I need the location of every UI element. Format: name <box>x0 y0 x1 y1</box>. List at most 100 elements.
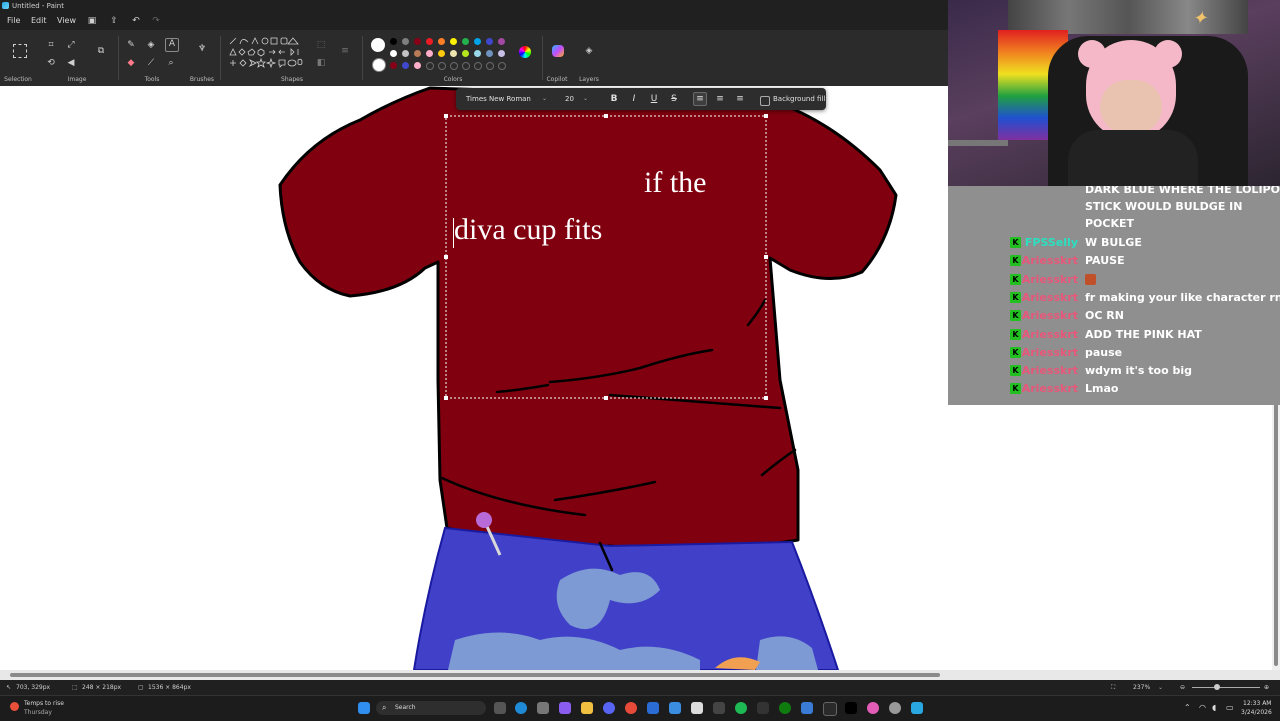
chat-username[interactable]: FPSSelly <box>1025 236 1078 249</box>
discord-icon[interactable] <box>603 702 615 714</box>
strikethrough-button[interactable]: S <box>667 92 681 106</box>
brush-icon[interactable]: ♆ <box>197 44 207 54</box>
clock-date[interactable]: 3/24/2026 <box>1241 709 1272 716</box>
outline-icon[interactable]: ⬚ <box>316 40 326 50</box>
pencil-icon[interactable]: ✎ <box>126 40 136 50</box>
color-swatch[interactable] <box>414 38 421 45</box>
terminal-icon[interactable] <box>823 702 837 716</box>
horizontal-scrollbar[interactable] <box>0 670 1280 680</box>
font-dropdown-icon[interactable]: ⌄ <box>542 92 547 106</box>
copilot-icon[interactable] <box>552 45 564 57</box>
xbox-icon[interactable] <box>779 702 791 714</box>
chat-username[interactable]: Ariesskrt <box>1022 273 1078 286</box>
crop-icon[interactable]: ⌗ <box>46 40 56 50</box>
color-swatch[interactable] <box>390 62 397 69</box>
horizontal-scroll-thumb[interactable] <box>10 673 940 677</box>
font-size-select[interactable]: 20 <box>565 92 585 106</box>
chat-username[interactable]: Ariesskrt <box>1022 328 1078 341</box>
menu-file[interactable]: File <box>7 12 20 30</box>
color-swatch[interactable] <box>462 38 469 45</box>
color-swatch[interactable] <box>390 50 397 57</box>
flip-icon[interactable]: ◀ <box>66 58 76 68</box>
chat-username[interactable]: Ariesskrt <box>1022 309 1078 322</box>
chat-username[interactable]: Ariesskrt <box>1022 382 1078 395</box>
clock-time[interactable]: 12:33 AM <box>1243 700 1271 707</box>
color-swatch[interactable] <box>438 62 446 70</box>
color-swatch[interactable] <box>462 50 469 57</box>
capcut-icon[interactable] <box>757 702 769 714</box>
fit-to-window-icon[interactable]: ⛶ <box>1111 680 1115 695</box>
color-swatch[interactable] <box>474 38 481 45</box>
color-swatch[interactable] <box>486 50 493 57</box>
battery-icon[interactable]: ▭ <box>1226 703 1234 712</box>
photos-icon[interactable] <box>801 702 813 714</box>
selection-icon[interactable] <box>13 44 27 58</box>
color-swatch[interactable] <box>426 50 433 57</box>
file-explorer-icon[interactable] <box>581 702 593 714</box>
mail-icon[interactable] <box>669 702 681 714</box>
zoom-dropdown-icon[interactable]: ⌄ <box>1158 680 1163 695</box>
magnifier-icon[interactable]: ⌕ <box>166 58 176 68</box>
drawing-canvas[interactable]: if the diva cup fits <box>0 86 948 670</box>
edge-icon[interactable] <box>515 702 527 714</box>
settings-icon[interactable] <box>537 702 549 714</box>
taskbar-search[interactable] <box>376 701 486 715</box>
color-swatch[interactable] <box>486 38 493 45</box>
primary-color[interactable] <box>371 38 385 52</box>
text-tool-icon[interactable]: A <box>165 38 179 52</box>
font-family-select[interactable]: Times New Roman <box>466 92 550 106</box>
color-swatch[interactable] <box>426 38 433 45</box>
volume-icon[interactable]: ◖ <box>1212 703 1216 712</box>
app-icon[interactable] <box>713 702 725 714</box>
underline-button[interactable]: U <box>647 92 661 106</box>
spotify-icon[interactable] <box>735 702 747 714</box>
eraser-icon[interactable]: ◆ <box>126 58 136 68</box>
color-swatch[interactable] <box>450 38 457 45</box>
layers-icon[interactable]: ◈ <box>584 46 594 56</box>
shape-fill-icon[interactable]: ◧ <box>316 58 326 68</box>
outlook-icon[interactable] <box>647 702 659 714</box>
chat-username[interactable]: Ariesskrt <box>1022 291 1078 304</box>
color-swatch[interactable] <box>390 38 397 45</box>
chat-username[interactable]: Ariesskrt <box>1022 346 1078 359</box>
resize-icon[interactable]: ⤢ <box>66 40 76 50</box>
color-swatch[interactable] <box>438 50 445 57</box>
color-swatch[interactable] <box>498 62 506 70</box>
zoom-slider[interactable] <box>1192 687 1260 688</box>
chrome-icon[interactable] <box>625 702 637 714</box>
menu-view[interactable]: View <box>57 12 76 30</box>
size-dropdown-icon[interactable]: ⌄ <box>583 92 588 106</box>
background-fill-checkbox[interactable] <box>760 96 770 106</box>
color-swatch[interactable] <box>498 38 505 45</box>
color-swatch[interactable] <box>462 62 470 70</box>
zoom-in-icon[interactable]: ⊕ <box>1264 680 1269 695</box>
roblox-icon[interactable] <box>845 702 857 714</box>
size-icon[interactable]: ≡ <box>340 46 350 56</box>
wifi-icon[interactable]: ◠ <box>1199 703 1206 712</box>
chat-username[interactable]: Ariesskrt <box>1022 364 1078 377</box>
rotate-icon[interactable]: ⟲ <box>46 58 56 68</box>
start-button[interactable] <box>358 702 370 714</box>
color-swatch[interactable] <box>474 62 482 70</box>
zoom-out-icon[interactable]: ⊖ <box>1180 680 1185 695</box>
color-swatch[interactable] <box>450 62 458 70</box>
copilot-taskbar-icon[interactable] <box>559 702 571 714</box>
canvas-text-line1[interactable]: if the <box>644 166 706 200</box>
color-swatch[interactable] <box>486 62 494 70</box>
color-swatch[interactable] <box>414 50 421 57</box>
edit-colors-icon[interactable] <box>519 46 531 58</box>
color-swatch[interactable] <box>450 50 457 57</box>
redo-icon[interactable]: ↷ <box>151 16 161 26</box>
color-swatch[interactable] <box>402 62 409 69</box>
color-swatch[interactable] <box>402 50 409 57</box>
fill-icon[interactable]: ◈ <box>146 40 156 50</box>
share-icon[interactable]: ⇪ <box>109 16 119 26</box>
italic-button[interactable]: I <box>627 92 641 106</box>
zoom-slider-thumb[interactable] <box>1214 684 1220 690</box>
app-icon-2[interactable] <box>889 702 901 714</box>
zoom-level[interactable]: 237% <box>1133 680 1150 695</box>
chat-username[interactable]: Ariesskrt <box>1022 254 1078 267</box>
secondary-color[interactable] <box>372 58 386 72</box>
undo-icon[interactable]: ↶ <box>131 16 141 26</box>
color-swatch[interactable] <box>498 50 505 57</box>
